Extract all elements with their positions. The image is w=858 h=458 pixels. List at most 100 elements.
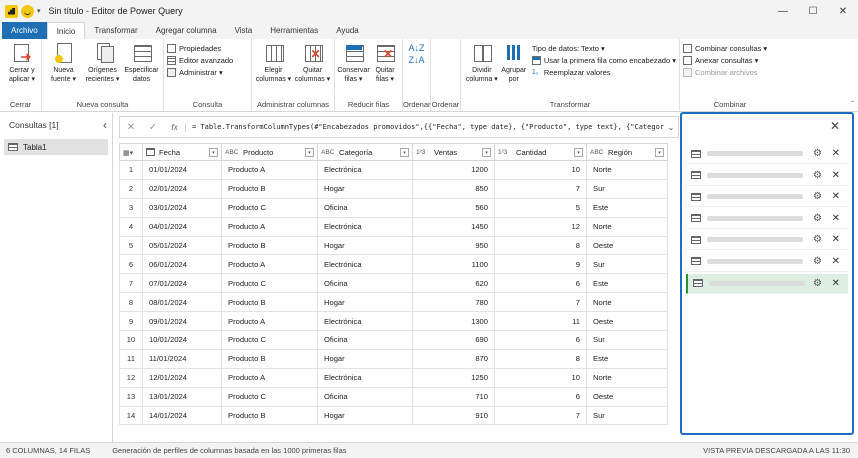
table-cell[interactable]: Hogar — [317, 348, 413, 369]
table-corner-menu[interactable]: ▦▾ — [119, 143, 143, 161]
gear-icon[interactable]: ⚙ — [813, 170, 822, 181]
commit-formula-icon[interactable]: ✓ — [142, 122, 164, 133]
filter-dropdown-icon[interactable]: ▾ — [400, 148, 409, 157]
table-cell[interactable]: 6 — [494, 273, 587, 294]
table-row[interactable]: 3 03/01/2024 Producto C Oficina 560 5 Este — [119, 197, 668, 218]
table-cell[interactable]: 1450 — [412, 216, 495, 237]
table-row[interactable]: 4 04/01/2024 Producto A Electrónica 1450 12 No… — [119, 216, 668, 237]
table-cell[interactable]: Electrónica — [317, 367, 413, 388]
data-type-dropdown[interactable]: Tipo de datos: Texto ▾ — [532, 44, 676, 53]
tab-agregar-columna[interactable]: Agregar columna — [147, 22, 226, 39]
table-cell[interactable]: 10 — [494, 160, 587, 180]
filter-dropdown-icon[interactable]: ▾ — [209, 148, 218, 157]
close-panel-icon[interactable]: ✕ — [830, 119, 840, 133]
tab-archivo[interactable]: Archivo — [2, 22, 47, 39]
column-header-cantidad[interactable]: 1²3 Cantidad ▾ — [494, 143, 587, 161]
column-header-fecha[interactable]: Fecha ▾ — [142, 143, 222, 161]
table-cell[interactable]: 9 — [494, 254, 587, 275]
group-by-button[interactable]: Agrupar por — [500, 42, 528, 84]
number-type-icon[interactable]: 1²3 — [498, 149, 512, 156]
replace-values-button[interactable]: 1₂ Reemplazar valores — [532, 68, 676, 77]
table-row[interactable]: 9 09/01/2024 Producto A Electrónica 1300 11 Oe… — [119, 311, 668, 332]
table-cell[interactable]: Norte — [586, 160, 668, 180]
close-window-button[interactable]: ✕ — [828, 0, 858, 22]
table-cell[interactable]: 1100 — [412, 254, 495, 275]
query-item-tabla1[interactable]: Tabla1 — [4, 139, 108, 155]
panel-item[interactable]: ⚙ ✕ — [686, 273, 848, 294]
table-cell[interactable]: 780 — [412, 292, 495, 313]
table-cell[interactable]: Producto C — [221, 330, 318, 350]
table-cell[interactable]: Producto C — [221, 273, 318, 294]
table-cell[interactable]: 10/01/2024 — [142, 330, 222, 350]
table-cell[interactable]: Norte — [586, 367, 668, 388]
table-row[interactable]: 6 06/01/2024 Producto A Electrónica 1100 9 Sur — [119, 254, 668, 275]
table-cell[interactable]: 850 — [412, 178, 495, 199]
use-first-row-headers-button[interactable]: Usar la primera fila como encabezado ▾ — [531, 56, 676, 65]
split-column-button[interactable]: Dividir columna ▾ — [464, 42, 500, 84]
close-icon[interactable]: ✕ — [832, 278, 840, 289]
table-cell[interactable]: 1200 — [412, 160, 495, 180]
table-row[interactable]: 12 12/01/2024 Producto A Electrónica 1250 10 N… — [119, 367, 668, 388]
table-row[interactable]: 13 13/01/2024 Producto C Oficina 710 6 Oeste — [119, 386, 668, 407]
table-cell[interactable]: 11 — [494, 311, 587, 332]
table-cell[interactable]: Electrónica — [317, 254, 413, 275]
table-cell[interactable]: Sur — [586, 405, 668, 426]
tab-transformar[interactable]: Transformar — [85, 22, 146, 39]
table-cell[interactable]: 14/01/2024 — [142, 405, 222, 426]
table-cell[interactable]: 7 — [494, 292, 587, 313]
column-header-producto[interactable]: ABC Producto ▾ — [221, 143, 318, 161]
close-icon[interactable]: ✕ — [832, 170, 840, 181]
new-source-button[interactable]: Nueva fuente ▾ — [45, 42, 82, 84]
filter-dropdown-icon[interactable]: ▾ — [305, 148, 314, 157]
table-cell[interactable]: 7 — [494, 405, 587, 426]
number-type-icon[interactable]: 1²3 — [416, 149, 430, 156]
expand-formula-icon[interactable]: ⌄ — [664, 123, 678, 132]
table-cell[interactable]: Este — [586, 348, 668, 369]
table-cell[interactable]: Oficina — [317, 386, 413, 407]
table-row[interactable]: 5 05/01/2024 Producto B Hogar 950 8 Oeste — [119, 235, 668, 256]
table-cell[interactable]: 710 — [412, 386, 495, 407]
table-row[interactable]: 1 01/01/2024 Producto A Electrónica 1200 10 No… — [119, 160, 668, 180]
table-cell[interactable]: Hogar — [317, 178, 413, 199]
table-cell[interactable]: Oficina — [317, 330, 413, 350]
table-cell[interactable]: Producto B — [221, 405, 318, 426]
table-row[interactable]: 7 07/01/2024 Producto C Oficina 620 6 Este — [119, 273, 668, 294]
column-header-ventas[interactable]: 1²3 Ventas ▾ — [412, 143, 495, 161]
table-cell[interactable]: Este — [586, 273, 668, 294]
table-cell[interactable]: Producto C — [221, 386, 318, 407]
table-cell[interactable]: Producto A — [221, 160, 318, 180]
table-cell[interactable]: 5 — [494, 197, 587, 218]
table-cell[interactable]: Hogar — [317, 405, 413, 426]
table-cell[interactable]: Oficina — [317, 197, 413, 218]
tab-ayuda[interactable]: Ayuda — [327, 22, 368, 39]
table-cell[interactable]: Producto A — [221, 254, 318, 275]
cancel-formula-icon[interactable]: ✕ — [120, 122, 142, 133]
close-icon[interactable]: ✕ — [832, 234, 840, 245]
table-cell[interactable]: Producto B — [221, 348, 318, 369]
properties-button[interactable]: Propiedades — [167, 44, 248, 53]
tab-vista[interactable]: Vista — [226, 22, 262, 39]
choose-columns-button[interactable]: Elegir columnas ▾ — [255, 42, 292, 84]
table-cell[interactable]: 910 — [412, 405, 495, 426]
table-cell[interactable]: 06/01/2024 — [142, 254, 222, 275]
enter-data-button[interactable]: Especificar datos — [123, 42, 160, 84]
gear-icon[interactable]: ⚙ — [813, 191, 822, 202]
table-cell[interactable]: 04/01/2024 — [142, 216, 222, 237]
table-cell[interactable]: 02/01/2024 — [142, 178, 222, 199]
table-cell[interactable]: Producto C — [221, 197, 318, 218]
table-cell[interactable]: Sur — [586, 254, 668, 275]
table-cell[interactable]: 13/01/2024 — [142, 386, 222, 407]
table-cell[interactable]: Producto B — [221, 178, 318, 199]
table-cell[interactable]: Este — [586, 197, 668, 218]
text-type-icon[interactable]: ABC — [225, 149, 239, 156]
table-row[interactable]: 10 10/01/2024 Producto C Oficina 690 6 Sur — [119, 330, 668, 350]
append-queries-button[interactable]: Anexar consultas ▾ — [683, 56, 777, 65]
table-cell[interactable]: 12 — [494, 216, 587, 237]
table-cell[interactable]: Sur — [586, 330, 668, 350]
table-cell[interactable]: Electrónica — [317, 311, 413, 332]
panel-item[interactable]: ⚙ ✕ — [686, 166, 848, 186]
filter-dropdown-icon[interactable]: ▾ — [574, 148, 583, 157]
table-cell[interactable]: 03/01/2024 — [142, 197, 222, 218]
collapse-queries-icon[interactable]: ‹ — [103, 118, 107, 132]
table-cell[interactable]: 01/01/2024 — [142, 160, 222, 180]
